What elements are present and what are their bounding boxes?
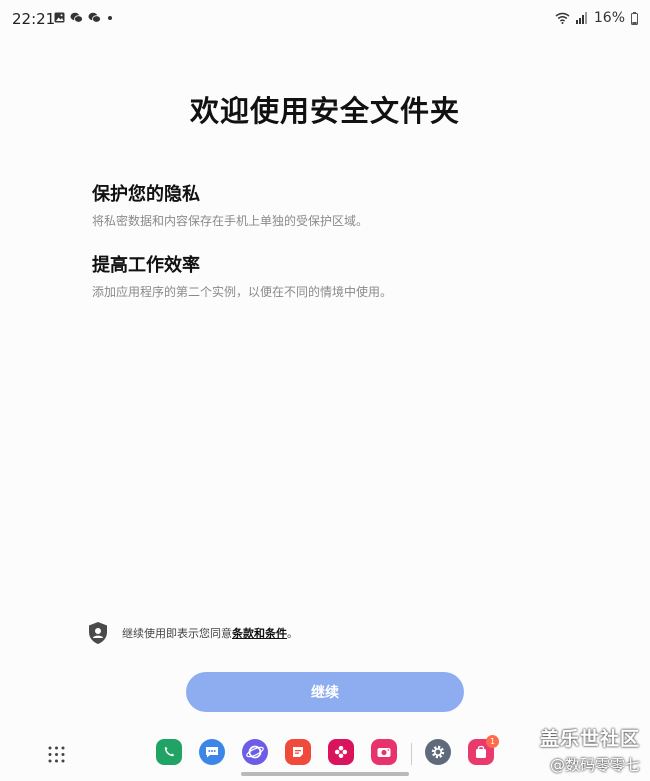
feature-description: 将私密数据和内容保存在手机上单独的受保护区域。 xyxy=(92,214,369,228)
dock-separator xyxy=(411,743,412,765)
battery-percent: 16% xyxy=(593,10,625,26)
shield-user-icon xyxy=(89,622,107,644)
gallery-flower-icon xyxy=(334,745,348,759)
page-title: 欢迎使用安全文件夹 xyxy=(189,94,460,128)
status-notification-icons xyxy=(54,12,114,23)
feature-title: 提高工作效率 xyxy=(92,255,200,276)
battery-icon xyxy=(631,11,638,25)
messages-app-icon[interactable] xyxy=(199,739,225,765)
terms-prefix: 继续使用即表示您同意 xyxy=(122,627,232,640)
dot-icon xyxy=(108,15,112,20)
phone-app-icon[interactable] xyxy=(156,739,182,765)
watermark: 盖乐世社区 @数码零零七 xyxy=(540,724,640,775)
watermark-line2: @数码零零七 xyxy=(549,756,640,774)
internet-icon xyxy=(246,745,264,759)
settings-app-icon[interactable] xyxy=(425,739,451,765)
phone-icon xyxy=(164,747,174,757)
feature-productivity: 提高工作效率 添加应用程序的第二个实例，以便在不同的情境中使用。 xyxy=(92,251,572,300)
status-bar: 22:21 16% xyxy=(0,0,650,38)
wechat-icon xyxy=(88,12,101,23)
wifi-icon xyxy=(555,12,570,24)
terms-text: 继续使用即表示您同意条款和条件。 xyxy=(122,625,298,641)
camera-app-icon[interactable] xyxy=(371,739,397,765)
store-bag-icon xyxy=(476,745,486,758)
gear-icon xyxy=(431,745,445,759)
internet-app-icon[interactable] xyxy=(242,739,268,765)
feature-description: 添加应用程序的第二个实例，以便在不同的情境中使用。 xyxy=(92,285,393,299)
camera-icon xyxy=(377,748,391,757)
app-drawer-icon[interactable] xyxy=(48,746,65,763)
terms-notice: 继续使用即表示您同意条款和条件。 xyxy=(88,621,298,645)
gallery-app-icon[interactable] xyxy=(328,739,354,765)
home-indicator[interactable] xyxy=(241,772,409,776)
terms-link[interactable]: 条款和条件 xyxy=(232,627,287,640)
feature-title: 保护您的隐私 xyxy=(92,184,200,205)
wechat-icon xyxy=(70,12,83,23)
notes-app-icon[interactable] xyxy=(285,739,311,765)
notification-badge: 1 xyxy=(486,735,499,748)
watermark-line1: 盖乐世社区 xyxy=(539,728,640,750)
messages-icon xyxy=(206,747,218,758)
feature-privacy: 保护您的隐私 将私密数据和内容保存在手机上单独的受保护区域。 xyxy=(92,180,572,229)
status-right: 16% xyxy=(555,10,638,26)
terms-suffix: 。 xyxy=(287,627,298,640)
status-time: 22:21 xyxy=(12,10,56,28)
signal-icon xyxy=(575,12,587,24)
notes-icon xyxy=(293,747,303,757)
continue-button[interactable]: 继续 xyxy=(186,672,464,712)
gallery-icon xyxy=(54,12,65,23)
